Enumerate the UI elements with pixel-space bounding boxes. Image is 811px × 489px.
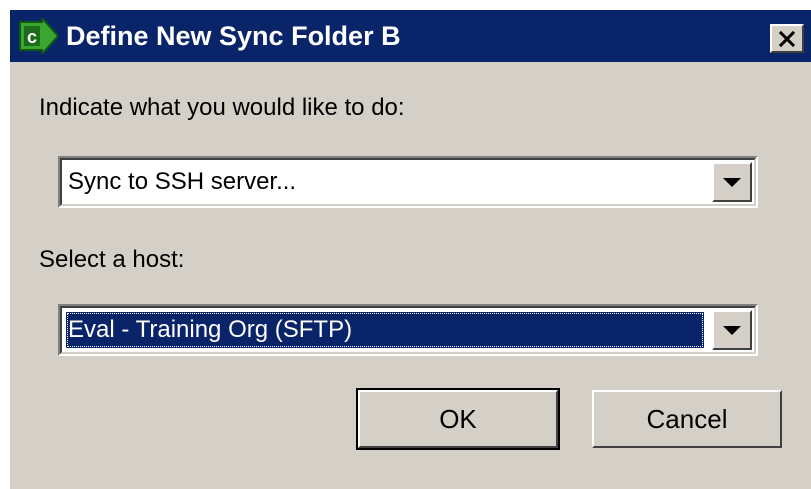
host-dropdown-button[interactable] — [712, 310, 752, 350]
ok-button[interactable]: OK — [356, 388, 560, 450]
svg-text:c: c — [27, 27, 37, 47]
action-label: Indicate what you would like to do: — [39, 94, 405, 121]
title-bar[interactable]: c Define New Sync Folder B — [10, 10, 811, 62]
dialog-window: c Define New Sync Folder B Indicate what… — [8, 8, 811, 489]
window-title: Define New Sync Folder B — [66, 21, 401, 51]
action-dropdown[interactable]: Sync to SSH server... — [58, 156, 758, 208]
chevron-down-icon — [723, 325, 741, 335]
chevron-down-icon — [723, 177, 741, 187]
app-c-arrow-icon: c — [19, 18, 58, 54]
close-button[interactable] — [770, 24, 804, 53]
action-dropdown-value: Sync to SSH server... — [68, 168, 297, 195]
host-label: Select a host: — [39, 246, 185, 273]
cancel-button[interactable]: Cancel — [592, 390, 782, 448]
action-dropdown-button[interactable] — [712, 162, 752, 202]
close-icon — [778, 30, 796, 47]
host-dropdown[interactable]: Eval - Training Org (SFTP) — [58, 304, 758, 356]
host-dropdown-value: Eval - Training Org (SFTP) — [66, 312, 704, 348]
